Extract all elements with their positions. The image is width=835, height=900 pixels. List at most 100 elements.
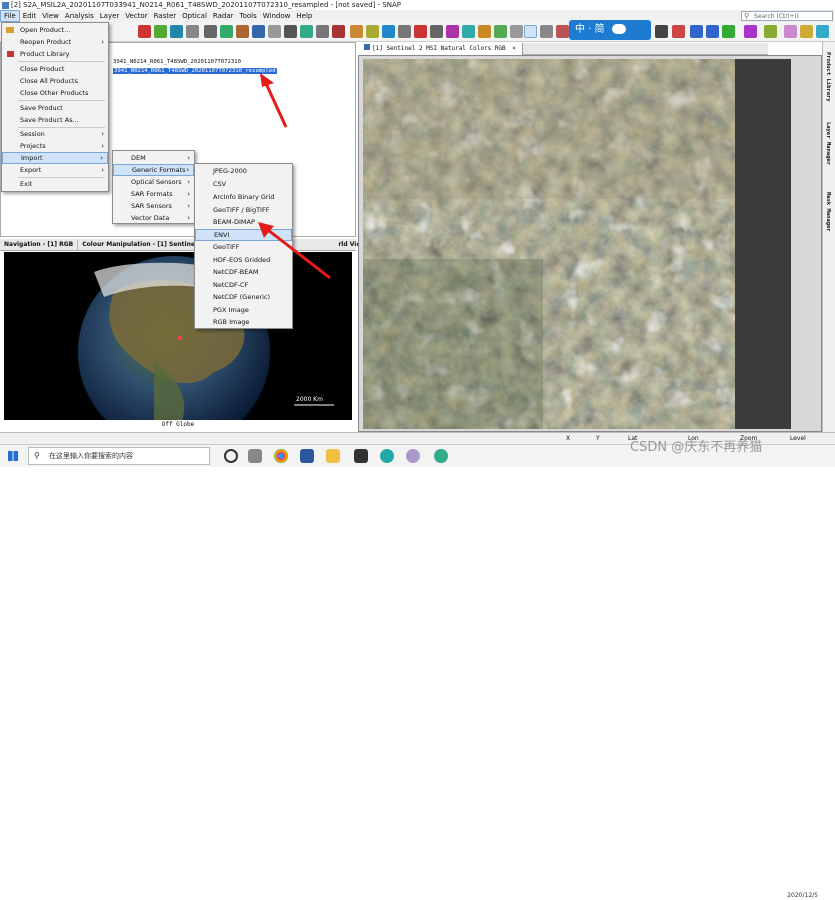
word-icon[interactable] xyxy=(300,449,314,463)
ime-language[interactable]: 中 xyxy=(575,24,585,35)
menu-tools[interactable]: Tools xyxy=(237,10,260,22)
tab-image-rgb[interactable]: [1] Sentinel 2 MSI Natural Colors RGB × xyxy=(358,43,523,55)
menu-item-reopen-product[interactable]: Reopen Product › xyxy=(2,36,108,48)
batch-processing-icon[interactable] xyxy=(170,25,183,38)
menu-item-save-product-as[interactable]: Save Product As... xyxy=(2,114,108,126)
menu-view[interactable]: View xyxy=(39,10,62,22)
pins-icon[interactable] xyxy=(332,25,345,38)
search-input[interactable]: ⚲ Search (Ctrl+I) xyxy=(741,11,833,21)
menu-item-sar-formats[interactable]: SAR Formats › xyxy=(113,188,194,200)
tile-vertical-icon[interactable] xyxy=(722,25,735,38)
range-finder-icon[interactable] xyxy=(510,25,523,38)
polygon-icon[interactable] xyxy=(478,25,491,38)
menu-raster[interactable]: Raster xyxy=(151,10,180,22)
menu-item-jpeg2000[interactable]: JPEG-2000 xyxy=(195,165,292,177)
side-tab-layer-manager[interactable]: Layer Manager xyxy=(825,122,831,165)
chrome-icon[interactable] xyxy=(274,449,288,463)
menu-item-geotiff-bigtiff[interactable]: GeoTIFF / BigTIFF xyxy=(195,204,292,216)
menu-item-close-product[interactable]: Close Product xyxy=(2,63,108,75)
tile-icon[interactable] xyxy=(690,25,703,38)
menu-help[interactable]: Help xyxy=(293,10,315,22)
menu-optical[interactable]: Optical xyxy=(179,10,210,22)
ime-toolbar[interactable]: 中 · 简 xyxy=(569,20,651,40)
pixel-info-icon[interactable] xyxy=(556,25,569,38)
sync-cursor-icon[interactable] xyxy=(672,25,685,38)
zoom-tool-icon[interactable] xyxy=(540,25,553,38)
menu-analysis[interactable]: Analysis xyxy=(62,10,97,22)
menu-item-session[interactable]: Session › xyxy=(2,128,108,140)
menu-vector[interactable]: Vector xyxy=(122,10,150,22)
statistics-icon[interactable] xyxy=(236,25,249,38)
side-tab-mask-manager[interactable]: Mask Manager xyxy=(825,192,831,232)
layer-icon[interactable] xyxy=(382,25,395,38)
world-map-icon[interactable] xyxy=(300,25,313,38)
band-maths-icon[interactable] xyxy=(138,25,151,38)
image-view[interactable] xyxy=(358,55,822,432)
menu-item-generic-formats[interactable]: Generic Formats › xyxy=(113,164,194,176)
menu-item-sar-sensors[interactable]: SAR Sensors › xyxy=(113,200,194,212)
graph-builder-icon[interactable] xyxy=(154,25,167,38)
side-tab-product-library[interactable]: Product Library xyxy=(825,52,831,102)
draw-icon[interactable] xyxy=(446,25,459,38)
menu-item-projects[interactable]: Projects › xyxy=(2,140,108,152)
gcp-icon[interactable] xyxy=(350,25,363,38)
histogram-icon[interactable] xyxy=(220,25,233,38)
menu-item-netcdf-generic[interactable]: NetCDF (Generic) xyxy=(195,291,292,303)
menu-window[interactable]: Window xyxy=(260,10,294,22)
tool-icon[interactable] xyxy=(414,25,427,38)
profile-plot-icon[interactable] xyxy=(268,25,281,38)
menu-item-arcinfo-binary-grid[interactable]: ArcInfo Binary Grid xyxy=(195,191,292,203)
mask-icon[interactable] xyxy=(316,25,329,38)
menu-layer[interactable]: Layer xyxy=(97,10,123,22)
menu-edit[interactable]: Edit xyxy=(20,10,40,22)
app-icon[interactable] xyxy=(406,449,420,463)
menu-item-export[interactable]: Export › xyxy=(2,164,108,176)
menu-item-vector-data[interactable]: Vector Data › xyxy=(113,212,194,224)
select-icon[interactable] xyxy=(494,25,507,38)
close-icon[interactable]: × xyxy=(512,45,516,52)
tile-single-icon[interactable] xyxy=(744,25,757,38)
pan-tool-icon[interactable] xyxy=(524,25,537,38)
menu-item-dem[interactable]: DEM › xyxy=(113,152,194,164)
line-icon[interactable] xyxy=(462,25,475,38)
product-item-2-selected[interactable]: 3941_N0214_R061_T48SWD_20201107T072310_r… xyxy=(113,68,277,74)
menu-item-csv[interactable]: CSV xyxy=(195,178,292,190)
snip-icon[interactable] xyxy=(248,449,262,463)
maps-icon[interactable] xyxy=(434,449,448,463)
product-item-1[interactable]: 3941_N0214_R061_T48SWD_20201107T072310 xyxy=(113,59,241,65)
menu-radar[interactable]: Radar xyxy=(210,10,237,22)
ime-mode[interactable]: 简 xyxy=(595,24,605,35)
sync-views-icon[interactable] xyxy=(655,25,668,38)
scatter-plot-icon[interactable] xyxy=(252,25,265,38)
time-series-icon[interactable] xyxy=(284,25,297,38)
snap-icon[interactable] xyxy=(354,449,368,463)
menu-item-close-other-products[interactable]: Close Other Products xyxy=(2,87,108,99)
menu-item-product-library[interactable]: Product Library xyxy=(2,48,108,60)
task-view-icon[interactable] xyxy=(224,449,238,463)
help-icon[interactable] xyxy=(816,25,829,38)
taskbar-search-input[interactable]: ⚲ 在这里输入你要搜索的内容 xyxy=(28,447,210,465)
tile-horizontal-icon[interactable] xyxy=(706,25,719,38)
tab-navigation[interactable]: Navigation - [1] RGB xyxy=(0,239,79,250)
browser-icon[interactable] xyxy=(380,449,394,463)
user-icon[interactable] xyxy=(800,25,813,38)
menu-item-rgb-image[interactable]: RGB Image xyxy=(195,316,292,328)
menu-item-close-all-products[interactable]: Close All Products xyxy=(2,75,108,87)
menu-file[interactable]: File xyxy=(0,10,20,22)
color-icon[interactable] xyxy=(764,25,777,38)
menu-item-exit[interactable]: Exit xyxy=(2,178,108,190)
menu-item-pgx-image[interactable]: PGX Image xyxy=(195,304,292,316)
menu-item-optical-sensors[interactable]: Optical Sensors › xyxy=(113,176,194,188)
settings-icon[interactable] xyxy=(784,25,797,38)
overlay-icon[interactable] xyxy=(398,25,411,38)
spectrum-icon[interactable] xyxy=(186,25,199,38)
menu-item-import[interactable]: Import › xyxy=(2,152,108,164)
information-icon[interactable] xyxy=(204,25,217,38)
vector-icon[interactable] xyxy=(366,25,379,38)
text-icon[interactable] xyxy=(430,25,443,38)
menu-item-open-product[interactable]: Open Product... xyxy=(2,24,108,36)
taskbar-clock[interactable]: 2020/12/5 xyxy=(760,891,818,900)
menu-item-save-product[interactable]: Save Product xyxy=(2,102,108,114)
file-explorer-icon[interactable] xyxy=(326,449,340,463)
windows-start-icon[interactable] xyxy=(8,451,18,461)
